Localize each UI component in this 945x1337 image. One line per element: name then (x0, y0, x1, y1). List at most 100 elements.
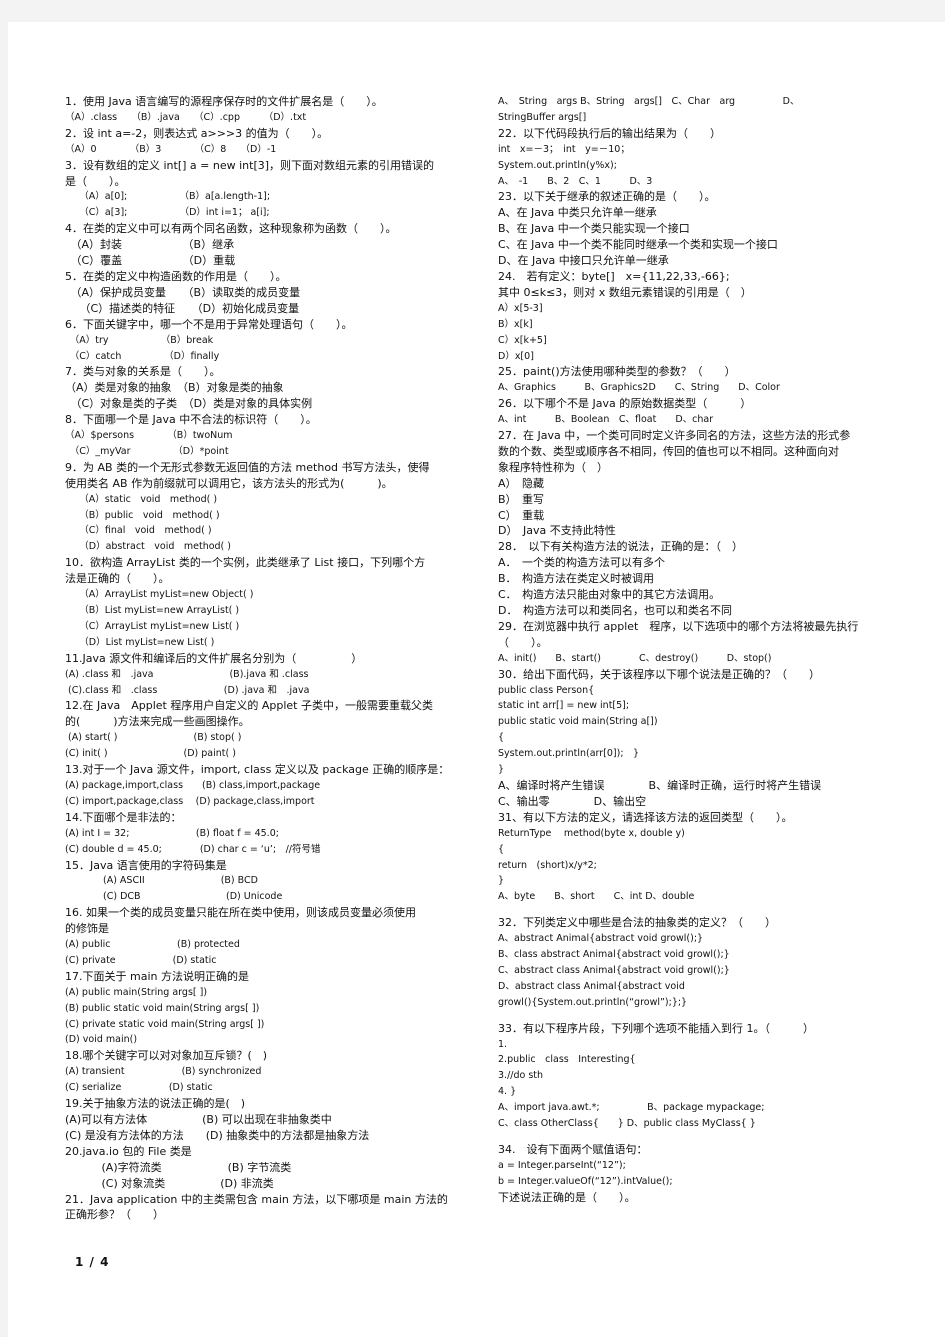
answer-option-line: return (short)x/y*2; (498, 859, 597, 871)
answer-option-line: 2.public class Interesting{ (498, 1054, 636, 1066)
answer-option-line: public class Person{ (498, 684, 595, 696)
question-text-line: C） 重载 (498, 508, 545, 522)
answer-option-line: (B) public static void main(String args[… (65, 1002, 260, 1014)
question-text-line: (A)可以有方法体 (B) 可以出现在非抽象类中 (65, 1113, 332, 1126)
answer-option-line: (D) void main() (65, 1034, 138, 1046)
question-text-line: 2．设 int a=-2，则表达式 a>>>3 的值为（ ）。 (65, 126, 329, 140)
question-text-line: 22．以下代码段执行后的输出结果为（ ） (498, 126, 721, 140)
answer-option-line: （A）a[0]; （B）a[a.length-1]; (65, 191, 271, 203)
answer-option-line: (C) double d = 45.0; (D) char c = ‘u’; /… (65, 843, 321, 855)
answer-option-line: （A）0 （B）3 （C）8 （D）-1 (65, 143, 277, 155)
question-text-line: 其中 0≤k≤3，则对 x 数组元素错误的引用是（ ） (498, 285, 752, 299)
answer-option-line: A、init() B、start() C、destroy() D、stop() (498, 652, 772, 664)
answer-option-line: A、int B、Boolean C、float D、char (498, 414, 714, 426)
answer-option-line: （A）$persons （B）twoNum (65, 430, 233, 442)
answer-option-line: (C) DCB (D) Unicode (65, 891, 283, 903)
question-text-line: 的( )方法来完成一些画图操作。 (65, 715, 250, 729)
answer-option-line: b = Integer.valueOf(“12”).intValue(); (498, 1175, 673, 1187)
question-text-line: 9．为 AB 类的一个无形式参数无返回值的方法 method 书写方法头，使得 (65, 460, 430, 474)
answer-option-line: 3.//do sth (498, 1070, 544, 1082)
question-text-line: 28． 以下有关构造方法的说法，正确的是：（ ） (498, 540, 743, 554)
answer-option-line: D、abstract class Animal{abstract void (498, 980, 685, 992)
question-text-line: 14.下面哪个是非法的： (65, 810, 182, 824)
answer-option-line: C、class OtherClass{ } D、public class MyC… (498, 1118, 756, 1130)
question-text-line: 32．下列类定义中哪些是合法的抽象类的定义？（ ） (498, 916, 776, 930)
question-text-line: (C) 对象流类 (D) 非流类 (65, 1176, 274, 1190)
answer-option-line: （A）ArrayList myList=new Object( ) (65, 589, 254, 601)
answer-option-line: (A) package,import,class (B) class,impor… (65, 779, 321, 791)
answer-option-line: 1. (498, 1038, 508, 1050)
question-text-line: 15．Java 语言使用的字符码集是 (65, 858, 227, 872)
answer-option-line: A、abstract Animal{abstract void growl();… (498, 933, 704, 945)
question-text-line: 16. 如果一个类的成员变量只能在所在类中使用，则该成员变量必须使用 (65, 906, 416, 920)
question-text-line: 7．类与对象的关系是（ ）。 (65, 365, 221, 379)
question-text-line: （ ）。 (498, 635, 548, 649)
question-text-line: 18.哪个关键字可以对对象加互斥锁？( ) (65, 1049, 268, 1063)
right-column: A、 String args B、String args[] C、Char ar… (498, 94, 908, 1206)
question-text-line: 26．以下哪个不是 Java 的原始数据类型（ ） (498, 397, 752, 411)
answer-option-line: System.out.println(y%x); (498, 159, 617, 171)
question-text-line: 34. 设有下面两个赋值语句： (498, 1143, 648, 1156)
question-text-line: 23．以下关于继承的叙述正确的是（ ）。 (498, 190, 716, 204)
question-text-line: 数的个数、类型或顺序各不相同，传回的值也可以不相同。这种面向对 (498, 444, 839, 458)
question-text-line: 8．下面哪一个是 Java 中不合法的标识符（ ）。 (65, 413, 317, 427)
answer-option-line: growl(){System.out.println(“growl”);};} (498, 996, 688, 1008)
question-text-line: 30．给出下面代码，关于该程序以下哪个说法是正确的？（ ） (498, 667, 820, 681)
question-text-line: A、在 Java 中类只允许单一继承 (498, 206, 657, 220)
question-text-line: D、在 Java 中接口只允许单一继承 (498, 254, 669, 268)
question-text-line: 27．在 Java 中，一个类可同时定义许多同名的方法，这些方法的形式参 (498, 429, 851, 443)
question-text-line: （A）类是对象的抽象 （B）对象是类的抽象 (65, 381, 284, 395)
question-text-line: （A）封装 （B）继承 (65, 238, 235, 252)
question-text-line: B、在 Java 中一个类只能实现一个接口 (498, 222, 690, 236)
question-text-line: 象程序特性称为（ ） (498, 460, 608, 474)
document-page: 1．使用 Java 语言编写的源程序保存时的文件扩展名是（ ）。 （A）.clas… (8, 22, 945, 1337)
question-text-line: 法是正确的（ ）。 (65, 572, 170, 586)
question-text-line: B． 构造方法在类定义时被调用 (498, 572, 655, 586)
question-text-line: A． 一个类的构造方法可以有多个 (498, 556, 666, 570)
answer-option-line: C、abstract class Animal{abstract void gr… (498, 964, 730, 976)
question-text-line: C、在 Java 中一个类不能同时继承一个类和实现一个接口 (498, 238, 778, 252)
answer-option-line: static int arr[] = new int[5]; (498, 700, 630, 712)
question-text-line: 11.Java 源文件和编译后的文件扩展名分别为（ ） (65, 651, 363, 665)
answer-option-line: (A) public main(String args[ ]) (65, 986, 208, 998)
answer-option-line: B）x[k] (498, 318, 533, 330)
answer-option-line: 4. } (498, 1086, 517, 1098)
answer-option-line: System.out.println(arr[0]); } (498, 748, 640, 760)
question-text-line: 6．下面关键字中，哪一个不是用于异常处理语句（ ）。 (65, 317, 353, 331)
answer-option-line: (A) ASCII (B) BCD (65, 875, 258, 887)
answer-option-line: （C）catch （D）finally (65, 350, 220, 362)
question-text-line: C、输出零 D、输出空 (498, 794, 647, 808)
answer-option-line: } (498, 875, 505, 887)
answer-option-line: { (498, 732, 505, 744)
question-text-line: 29．在浏览器中执行 applet 程序，以下选项中的哪个方法将被最先执行 (498, 619, 859, 633)
answer-option-line: (C) import,package,class (D) package,cla… (65, 795, 315, 807)
question-text-line: 19.关于抽象方法的说法正确的是( ) (65, 1097, 246, 1111)
answer-option-line: { (498, 843, 505, 855)
question-text-line: A、编译时将产生错误 B、编译时正确，运行时将产生错误 (498, 778, 822, 792)
left-column: 1．使用 Java 语言编写的源程序保存时的文件扩展名是（ ）。 （A）.clas… (65, 94, 475, 1223)
question-text-line: 下述说法正确的是（ ）。 (498, 1190, 636, 1204)
answer-option-line: （A）static void method( ) (65, 493, 218, 505)
answer-option-line: A、byte B、short C、int D、double (498, 891, 695, 903)
answer-option-line: A、 -1 B、2 C、1 D、3 (498, 175, 653, 187)
answer-option-line: a = Integer.parseInt(“12”); (498, 1159, 626, 1171)
question-text-line: 12.在 Java Applet 程序用户自定义的 Applet 子类中，一般需… (65, 699, 433, 713)
question-text-line: 4．在类的定义中可以有两个同名函数，这种现象称为函数（ ）。 (65, 222, 397, 236)
answer-option-line: int x=－3； int y=－10； (498, 143, 630, 155)
question-text-line: D） Java 不支持此特性 (498, 524, 616, 538)
answer-option-line: (C) private static void main(String args… (65, 1018, 265, 1030)
question-text-line: （A）保护成员变量 （B）读取类的成员变量 (65, 285, 301, 299)
question-text-line: C． 构造方法只能由对象中的其它方法调用。 (498, 588, 721, 602)
answer-option-line: (A) transient (B) synchronized (65, 1066, 262, 1078)
answer-option-line: （A）try （B）break (65, 334, 214, 346)
question-text-line: 的修饰是 (65, 922, 109, 936)
answer-option-line: ReturnType method(byte x, double y) (498, 827, 685, 839)
answer-option-line: （A）.class （B）.java （C）.cpp （D）.txt (65, 111, 307, 123)
answer-option-line: (C) serialize (D) static (65, 1082, 213, 1094)
answer-option-line: (C).class 和 .class (D) .java 和 .java (65, 684, 310, 696)
answer-option-line: C）x[k+5] (498, 334, 547, 346)
question-text-line: 21．Java application 中的主类需包含 main 方法，以下哪项… (65, 1192, 448, 1206)
question-text-line: (A)字符流类 (B) 字节流类 (65, 1160, 292, 1174)
question-text-line: B） 重写 (498, 492, 545, 506)
